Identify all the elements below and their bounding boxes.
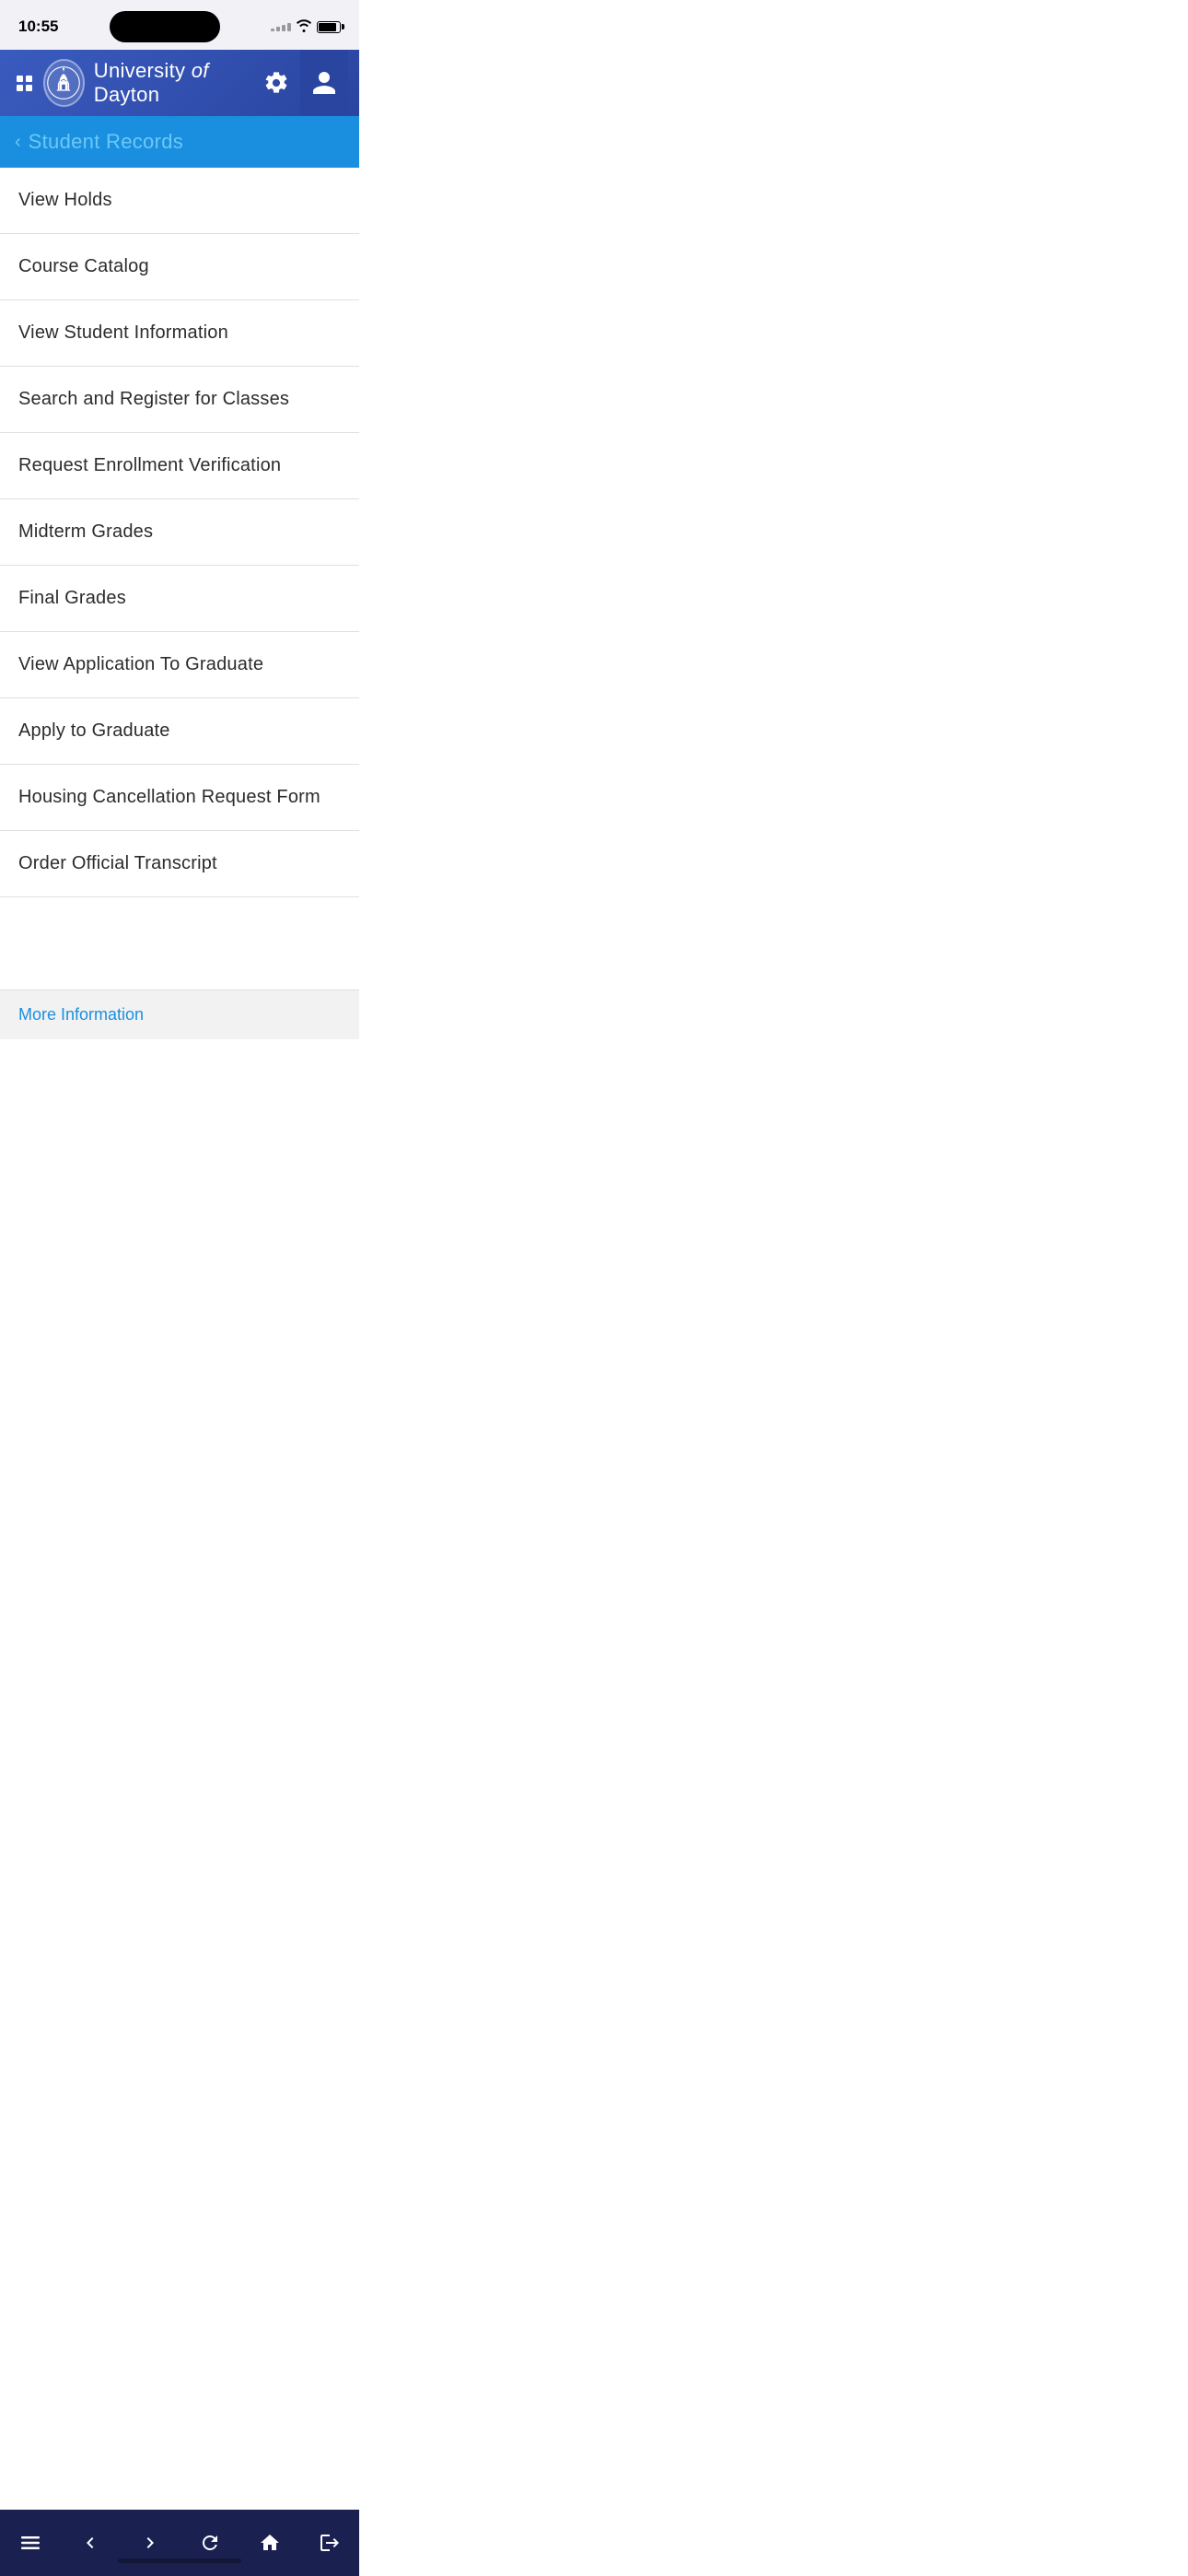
menu-item-search-register[interactable]: Search and Register for Classes xyxy=(0,367,359,433)
settings-button[interactable] xyxy=(252,50,300,116)
home-indicator-area xyxy=(0,2553,359,2576)
signal-icon xyxy=(271,23,291,31)
menu-item-view-student-information[interactable]: View Student Information xyxy=(0,300,359,367)
gear-icon xyxy=(263,70,289,96)
header-actions xyxy=(252,50,348,116)
logout-icon xyxy=(319,2532,341,2554)
refresh-icon xyxy=(199,2532,221,2554)
menu-item-enrollment-verification[interactable]: Request Enrollment Verification xyxy=(0,433,359,499)
menu-item-label-order-transcript: Order Official Transcript xyxy=(18,853,217,874)
back-navigation[interactable]: ‹ Student Records xyxy=(0,116,359,168)
menu-item-midterm-grades[interactable]: Midterm Grades xyxy=(0,499,359,566)
menu-item-view-holds[interactable]: View Holds xyxy=(0,168,359,234)
university-name: University of Dayton xyxy=(94,59,252,107)
home-indicator xyxy=(118,2558,241,2563)
menu-item-course-catalog[interactable]: Course Catalog xyxy=(0,234,359,300)
more-information-link[interactable]: More Information xyxy=(18,1005,144,1024)
menu-item-label-course-catalog: Course Catalog xyxy=(18,256,149,277)
menu-item-label-midterm-grades: Midterm Grades xyxy=(18,521,153,543)
menu-item-label-view-student-information: View Student Information xyxy=(18,322,228,344)
back-arrow-icon xyxy=(79,2532,101,2554)
status-icons xyxy=(271,19,341,35)
logo-icon xyxy=(47,66,80,100)
menu-item-final-grades[interactable]: Final Grades xyxy=(0,566,359,632)
menu-item-apply-graduate[interactable]: Apply to Graduate xyxy=(0,698,359,765)
menu-item-label-enrollment-verification: Request Enrollment Verification xyxy=(18,455,281,476)
notch xyxy=(110,11,220,42)
profile-icon xyxy=(310,69,338,97)
menu-item-label-housing-cancellation: Housing Cancellation Request Form xyxy=(18,787,320,808)
university-logo-area: University of Dayton xyxy=(43,59,252,107)
home-icon xyxy=(259,2532,281,2554)
university-logo xyxy=(43,59,85,107)
menu-item-housing-cancellation[interactable]: Housing Cancellation Request Form xyxy=(0,765,359,831)
app-header: University of Dayton xyxy=(0,50,359,116)
menu-item-order-transcript[interactable]: Order Official Transcript xyxy=(0,831,359,897)
more-info-footer: More Information xyxy=(0,989,359,1039)
profile-button[interactable] xyxy=(300,50,348,116)
grid-menu-button[interactable] xyxy=(11,70,38,97)
menu-item-label-view-application-graduate: View Application To Graduate xyxy=(18,654,263,675)
hamburger-icon xyxy=(19,2532,41,2554)
menu-item-label-apply-graduate: Apply to Graduate xyxy=(18,720,170,742)
wifi-icon xyxy=(296,19,312,35)
battery-icon xyxy=(317,21,341,33)
menu-item-view-application-graduate[interactable]: View Application To Graduate xyxy=(0,632,359,698)
menu-item-label-final-grades: Final Grades xyxy=(18,588,126,609)
status-time: 10:55 xyxy=(18,18,58,36)
back-chevron-icon: ‹ xyxy=(15,132,21,153)
menu-list: View Holds Course Catalog View Student Inf… xyxy=(0,168,359,897)
forward-arrow-icon xyxy=(139,2532,161,2554)
status-bar: 10:55 xyxy=(0,0,359,50)
menu-item-label-search-register: Search and Register for Classes xyxy=(18,389,289,410)
menu-item-label-view-holds: View Holds xyxy=(18,190,112,211)
section-title: Student Records xyxy=(29,130,183,154)
